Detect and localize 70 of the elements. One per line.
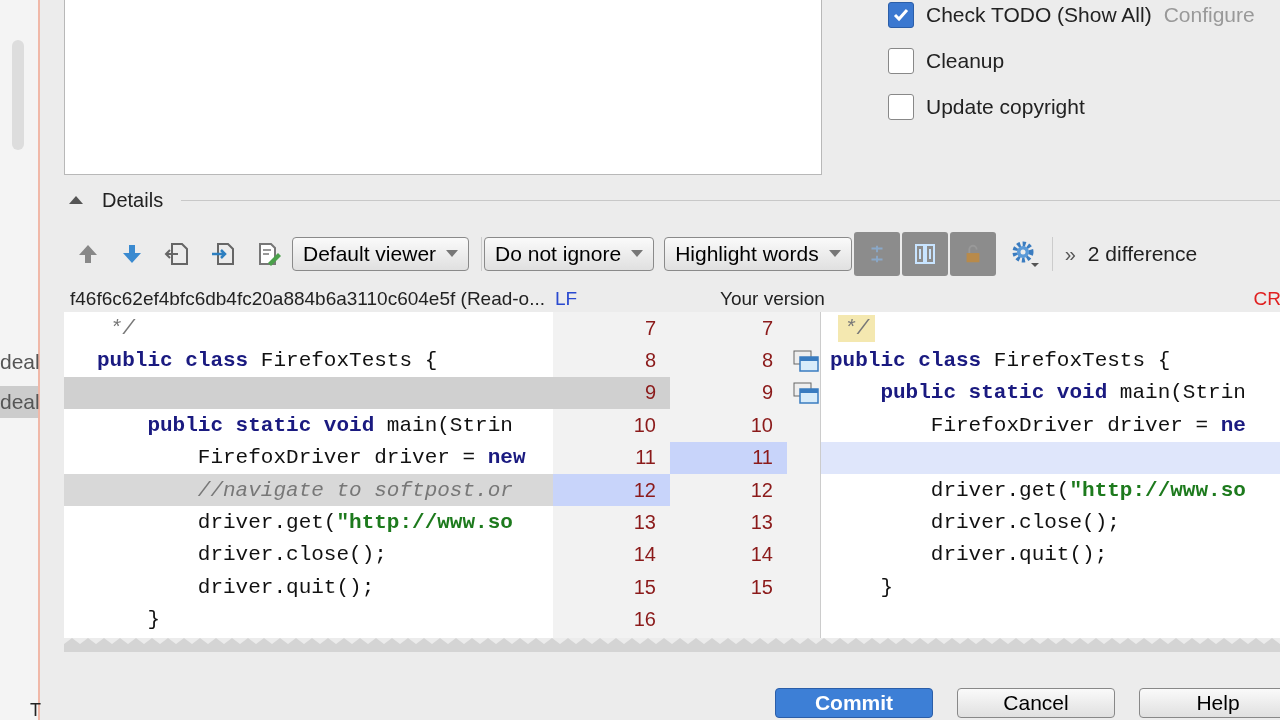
line-number: 15 — [633, 575, 656, 599]
line-number: 7 — [644, 316, 656, 340]
sidebar-item[interactable]: deal — [0, 386, 38, 418]
dropdown-button[interactable]: Default viewer — [292, 237, 470, 271]
line-number: 13 — [750, 511, 773, 535]
code-line: public class FirefoxTests { — [830, 349, 1171, 373]
windows-icon[interactable] — [793, 381, 819, 404]
line-number: 9 — [761, 381, 773, 405]
dialog-button[interactable]: Help — [1139, 688, 1280, 718]
code-line: FirefoxDriver driver = new — [196, 446, 526, 470]
edit-document-icon[interactable] — [256, 241, 282, 267]
collapse-icon[interactable] — [68, 195, 84, 205]
line-number: 14 — [750, 543, 773, 567]
checkbox[interactable] — [888, 48, 914, 74]
line-number: 10 — [750, 413, 773, 437]
line-number: 7 — [761, 316, 773, 340]
line-number: 8 — [644, 349, 656, 373]
commit-message-field[interactable] — [64, 0, 822, 175]
more-button[interactable]: » — [1064, 242, 1076, 266]
line-number: 14 — [633, 543, 656, 567]
line-separator-label[interactable]: LF — [555, 288, 578, 310]
code-line: } — [146, 608, 160, 632]
caret-icon — [828, 250, 841, 258]
dropdown-button[interactable]: Highlight words — [664, 237, 852, 271]
checkbox-label[interactable]: Update copyright — [926, 95, 1085, 119]
line-number: 11 — [635, 446, 656, 470]
line-number: 13 — [633, 511, 656, 535]
line-separator-label[interactable]: CR — [1253, 288, 1280, 310]
code-line: public static void main(Strin — [146, 413, 513, 437]
section-title: Details — [102, 188, 164, 212]
collapse-toggle[interactable] — [853, 232, 900, 276]
code-line: driver.quit(); — [196, 575, 375, 599]
dropdown-button[interactable]: Do not ignore — [484, 237, 655, 271]
code-line: } — [879, 575, 893, 599]
code-line: driver.get("http://www.so — [929, 478, 1246, 502]
file-title: Your version — [720, 288, 825, 310]
code-line: driver.close(); — [929, 511, 1120, 535]
code-line: public class FirefoxTests { — [97, 349, 438, 373]
code-line: public static void main(Strin — [879, 381, 1246, 405]
line-number: 11 — [752, 446, 773, 470]
windows-icon[interactable] — [793, 349, 819, 372]
line-number: 16 — [633, 608, 656, 632]
dialog-button[interactable]: Cancel — [957, 688, 1115, 718]
line-number: 15 — [750, 575, 773, 599]
code-line: driver.quit(); — [929, 543, 1108, 567]
caret-icon — [631, 250, 644, 258]
line-number: 9 — [644, 381, 656, 405]
caret-icon — [446, 250, 459, 258]
checkbox[interactable] — [888, 2, 914, 28]
line-number: 12 — [750, 478, 773, 502]
code-line: //navigate to softpost.or — [196, 478, 513, 502]
checkbox-label[interactable]: Check TODO (Show All) — [926, 3, 1152, 27]
file-title: f46f6c62ef4bfc6db4fc20a884b6a3110c604e5f (Read-o... — [70, 288, 546, 310]
code-line: driver.close(); — [196, 543, 387, 567]
code-line: */ — [108, 316, 135, 340]
document-arrow-icon[interactable] — [210, 241, 236, 267]
document-arrow-icon[interactable] — [164, 241, 190, 267]
lock-toggle[interactable] — [949, 232, 996, 276]
columns-icon — [912, 242, 937, 266]
line-number: 12 — [633, 478, 656, 502]
code-line: driver.get("http://www.so — [196, 511, 513, 535]
checkbox[interactable] — [888, 94, 914, 120]
dialog-button[interactable]: Commit — [775, 688, 933, 718]
line-number: 10 — [633, 413, 656, 437]
line-number: 8 — [761, 349, 773, 373]
differences-count: 2 difference — [1087, 242, 1198, 266]
checkbox-label[interactable]: Cleanup — [926, 49, 1005, 73]
code-line: FirefoxDriver driver = ne — [929, 413, 1246, 437]
sidebar-item[interactable]: deal — [0, 346, 38, 378]
sync-scroll-toggle[interactable] — [901, 232, 948, 276]
